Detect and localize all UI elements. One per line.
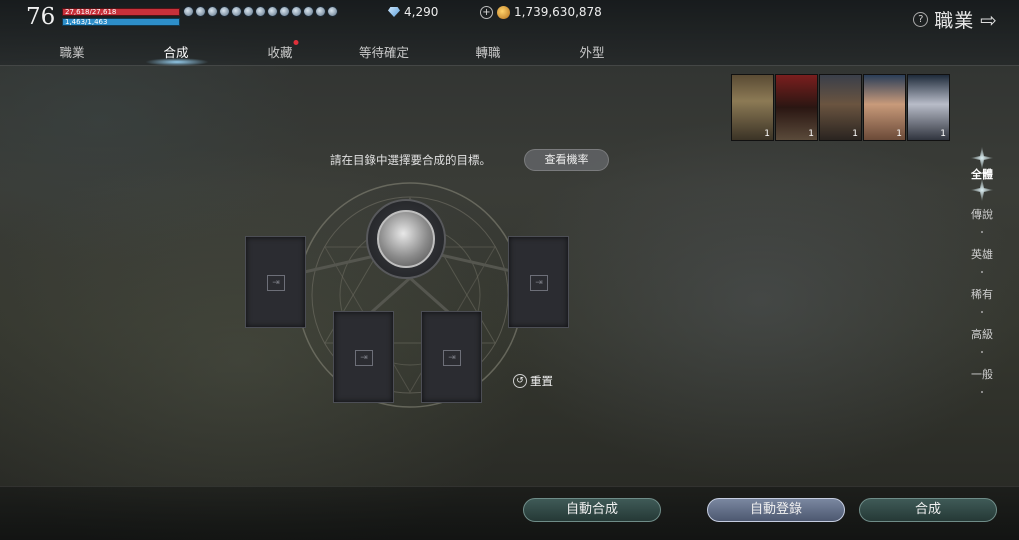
separator-dot <box>981 351 983 353</box>
card-slot-icon: ⇥ <box>267 275 285 291</box>
card-count: 1 <box>852 129 858 139</box>
reset-label: 重置 <box>530 374 553 388</box>
buff-icon[interactable] <box>207 6 218 17</box>
grade-hero[interactable]: 英雄 <box>960 246 1004 262</box>
tab-combine[interactable]: 合成 <box>163 42 188 61</box>
status-bars: 27,618/27,618 1,463/1,463 <box>62 8 180 28</box>
buff-icon[interactable] <box>231 6 242 17</box>
separator-dot <box>981 271 983 273</box>
diamond-gem-icon <box>388 7 400 17</box>
card-count: 1 <box>896 129 902 139</box>
grade-rare[interactable]: 稀有 <box>960 286 1004 302</box>
tab-collection-label: 收藏 <box>267 45 293 60</box>
card-count: 1 <box>808 129 814 139</box>
separator-dot <box>981 311 983 313</box>
card-count: 1 <box>764 129 770 139</box>
page-title: 職業 <box>934 10 975 32</box>
back-arrow-icon[interactable]: ⇨ <box>980 8 997 32</box>
mp-bar: 1,463/1,463 <box>62 18 180 26</box>
gold-currency: + 1,739,630,878 <box>480 5 602 19</box>
class-card[interactable]: 1 <box>775 74 818 141</box>
card-slot-icon: ⇥ <box>530 275 548 291</box>
top-bar: 76 27,618/27,618 1,463/1,463 4,290 + 1,7… <box>0 0 1019 66</box>
reset-button[interactable]: ↺ 重置 <box>513 373 553 389</box>
material-slot-left[interactable]: ⇥ <box>245 236 306 328</box>
buff-icon[interactable] <box>267 6 278 17</box>
tab-collection[interactable]: 收藏 <box>267 40 299 61</box>
reset-circle-icon: ↺ <box>513 374 527 388</box>
material-slot-bottom-left[interactable]: ⇥ <box>333 311 394 403</box>
grade-common[interactable]: 一般 <box>960 366 1004 382</box>
tab-class[interactable]: 職業 <box>59 42 84 61</box>
buff-icon[interactable] <box>303 6 314 17</box>
buff-icon[interactable] <box>291 6 302 17</box>
tab-class-change[interactable]: 轉職 <box>475 42 500 61</box>
gold-amount: 1,739,630,878 <box>514 5 602 19</box>
buff-icon[interactable] <box>195 6 206 17</box>
class-card[interactable]: 1 <box>907 74 950 141</box>
buff-icon[interactable] <box>219 6 230 17</box>
player-level: 76 <box>26 4 56 30</box>
title-area: ? 職業 ⇨ <box>913 6 997 33</box>
hp-text: 27,618/27,618 <box>65 8 117 16</box>
gold-coin-icon <box>497 5 510 19</box>
card-slot-icon: ⇥ <box>443 350 461 366</box>
gem-amount: 4,290 <box>404 5 439 19</box>
new-badge <box>293 40 299 45</box>
class-card[interactable]: 1 <box>819 74 862 141</box>
auto-combine-button[interactable]: 自動合成 <box>523 498 661 522</box>
view-odds-button[interactable]: 查看機率 <box>524 149 609 171</box>
grade-legendary[interactable]: 傳說 <box>960 206 1004 222</box>
combine-button[interactable]: 合成 <box>859 498 997 522</box>
gem-currency: 4,290 <box>388 5 438 19</box>
instruction-text: 請在目錄中選擇要合成的目標。 <box>330 153 491 167</box>
class-card[interactable]: 1 <box>731 74 774 141</box>
buff-icon[interactable] <box>279 6 290 17</box>
grade-advanced[interactable]: 高級 <box>960 326 1004 342</box>
material-slot-bottom-right[interactable]: ⇥ <box>421 311 482 403</box>
combine-target-slot[interactable] <box>366 199 446 279</box>
auto-register-button[interactable]: 自動登錄 <box>707 498 845 522</box>
class-card-list: 1 1 1 1 1 <box>731 74 950 141</box>
buff-icon[interactable] <box>255 6 266 17</box>
class-card[interactable]: 1 <box>863 74 906 141</box>
hp-bar: 27,618/27,618 <box>62 8 180 16</box>
separator-dot <box>981 231 983 233</box>
material-slot-right[interactable]: ⇥ <box>508 236 569 328</box>
buff-icon[interactable] <box>243 6 254 17</box>
card-count: 1 <box>940 129 946 139</box>
tab-bar: 職業 合成 收藏 等待確定 轉職 外型 <box>0 40 700 66</box>
buff-icon[interactable] <box>183 6 194 17</box>
separator-dot <box>981 391 983 393</box>
hooded-figure-icon <box>377 210 435 268</box>
tab-pending[interactable]: 等待確定 <box>359 42 409 61</box>
mp-text: 1,463/1,463 <box>65 18 108 26</box>
buff-icon[interactable] <box>327 6 338 17</box>
buff-icons <box>183 6 338 17</box>
buff-icon[interactable] <box>315 6 326 17</box>
card-slot-icon: ⇥ <box>355 350 373 366</box>
tab-appearance[interactable]: 外型 <box>579 42 604 61</box>
plus-circle-icon[interactable]: + <box>480 5 493 19</box>
question-circle-icon[interactable]: ? <box>913 12 929 27</box>
